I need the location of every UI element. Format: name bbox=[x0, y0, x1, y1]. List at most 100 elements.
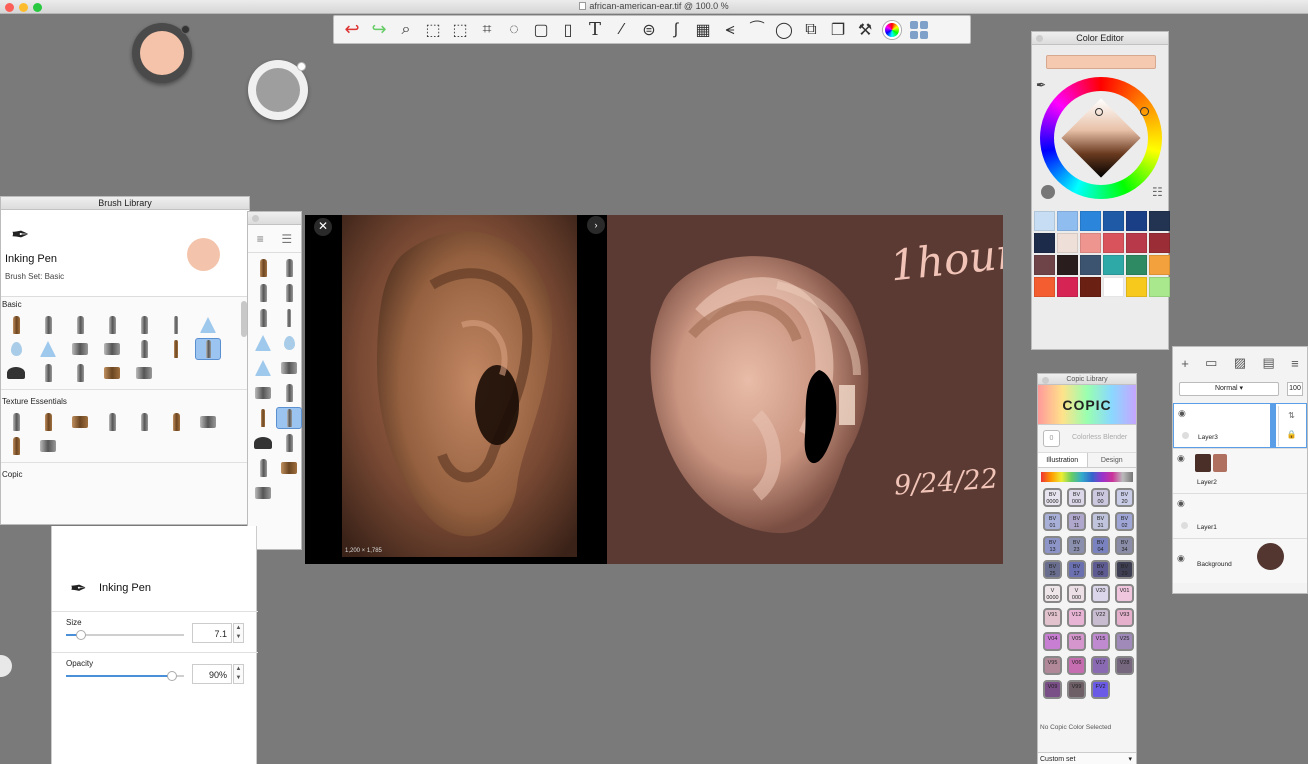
color-mode-icon[interactable] bbox=[1041, 185, 1055, 199]
lasso-ellipse-icon[interactable]: ◯ bbox=[772, 18, 796, 42]
brush-tile[interactable] bbox=[3, 362, 29, 384]
palette-swatch[interactable] bbox=[1149, 277, 1170, 297]
brush-tile[interactable] bbox=[3, 435, 29, 457]
brush-tile[interactable] bbox=[195, 411, 221, 433]
symmetry-icon[interactable]: ⪪ bbox=[718, 18, 742, 42]
opacity-stepper[interactable]: ▲ ▼ bbox=[233, 664, 244, 684]
palette-swatch[interactable] bbox=[1057, 233, 1078, 253]
color-wheel[interactable] bbox=[1040, 77, 1162, 199]
brush-tile[interactable] bbox=[67, 338, 93, 360]
brush-tile[interactable] bbox=[250, 382, 276, 404]
palette-swatch[interactable] bbox=[1126, 255, 1147, 275]
brush-tile[interactable] bbox=[35, 411, 61, 433]
panels-icon[interactable] bbox=[907, 18, 931, 42]
palette-swatch[interactable] bbox=[1034, 255, 1055, 275]
copic-chip[interactable]: V15 bbox=[1091, 632, 1110, 651]
brush-tile[interactable] bbox=[131, 314, 157, 336]
copic-chip[interactable]: V95 bbox=[1043, 656, 1062, 675]
copic-chip[interactable]: V 0000 bbox=[1043, 584, 1062, 603]
copic-chip[interactable]: BV 11 bbox=[1067, 512, 1086, 531]
select-rect-icon[interactable]: ⬚ bbox=[421, 18, 445, 42]
select-free-icon[interactable]: ⬚ bbox=[448, 18, 472, 42]
brush-list-icon[interactable]: ☰ bbox=[281, 232, 292, 246]
copic-chip[interactable]: BV 34 bbox=[1115, 536, 1134, 555]
copic-chip[interactable]: V 000 bbox=[1067, 584, 1086, 603]
opacity-value-field[interactable]: 90% bbox=[192, 664, 232, 684]
brush-tile[interactable] bbox=[250, 457, 276, 479]
copic-chip[interactable]: BV 0000 bbox=[1043, 488, 1062, 507]
custom-set-dropdown[interactable]: Custom set ▾ bbox=[1038, 752, 1136, 764]
edge-puck[interactable] bbox=[0, 655, 12, 677]
brush-tile[interactable] bbox=[99, 362, 125, 384]
palette-swatch[interactable] bbox=[1126, 277, 1147, 297]
brush-tile[interactable] bbox=[35, 314, 61, 336]
redo-icon[interactable]: ↪ bbox=[367, 18, 391, 42]
brush-tile[interactable] bbox=[131, 411, 157, 433]
copic-chip[interactable]: V09 bbox=[1043, 680, 1062, 699]
close-icon[interactable] bbox=[252, 215, 259, 222]
layer-row-background[interactable]: ◉ Background bbox=[1173, 538, 1307, 583]
palette-swatch[interactable] bbox=[1103, 255, 1124, 275]
brush-tile[interactable] bbox=[35, 362, 61, 384]
palette-swatch[interactable] bbox=[1080, 233, 1101, 253]
brush-tile[interactable] bbox=[276, 307, 302, 329]
layer-row-layer3[interactable]: ◉ Layer3 ⇅ 🔒 bbox=[1173, 403, 1307, 448]
copic-chip[interactable]: V01 bbox=[1115, 584, 1134, 603]
size-slider[interactable] bbox=[66, 630, 184, 640]
layer-row-layer2[interactable]: ◉ Layer2 bbox=[1173, 448, 1307, 493]
fill-icon[interactable]: ▯ bbox=[556, 18, 580, 42]
brush-tile[interactable] bbox=[131, 362, 157, 384]
brush-tile[interactable] bbox=[250, 432, 276, 454]
copic-chip[interactable]: BV 000 bbox=[1067, 488, 1086, 507]
brush-tile[interactable] bbox=[250, 357, 276, 379]
copic-chip[interactable]: BV 01 bbox=[1043, 512, 1062, 531]
brush-tile[interactable] bbox=[276, 357, 302, 379]
layer-opacity-field[interactable]: 100 bbox=[1287, 382, 1303, 396]
copic-chip[interactable]: V04 bbox=[1043, 632, 1062, 651]
brush-tile[interactable] bbox=[276, 457, 302, 479]
close-icon[interactable] bbox=[1042, 377, 1049, 384]
brush-tile[interactable] bbox=[250, 257, 276, 279]
palette-swatch[interactable] bbox=[1126, 233, 1147, 253]
shape-icon[interactable]: ⧉ bbox=[799, 18, 823, 42]
image-icon[interactable]: ▨ bbox=[1234, 355, 1246, 371]
palette-swatch[interactable] bbox=[1057, 255, 1078, 275]
drawing-canvas[interactable]: ✕ › 1,200 × 1,785 1hour 9/24/22 bbox=[305, 215, 1003, 564]
copic-chip[interactable]: BV 04 bbox=[1091, 536, 1110, 555]
brush-tile[interactable] bbox=[276, 382, 302, 404]
ruler-icon[interactable]: ∕ bbox=[610, 18, 634, 42]
trash-icon[interactable]: ▤ bbox=[1263, 355, 1275, 371]
tab-design[interactable]: Design bbox=[1088, 453, 1137, 467]
brush-tile[interactable] bbox=[67, 314, 93, 336]
zoom-icon[interactable]: ⌕ bbox=[394, 18, 418, 42]
copic-chip[interactable]: V93 bbox=[1115, 608, 1134, 627]
stroke-icon[interactable]: ⁀ bbox=[745, 18, 769, 42]
brush-tile[interactable] bbox=[250, 282, 276, 304]
lock-icon[interactable]: 🔒 bbox=[1287, 430, 1297, 439]
palette-swatch[interactable] bbox=[1080, 277, 1101, 297]
brush-tile[interactable] bbox=[35, 435, 61, 457]
visibility-eye-icon[interactable]: ◉ bbox=[1177, 498, 1185, 509]
brush-tile[interactable] bbox=[163, 314, 189, 336]
brush-tile[interactable] bbox=[250, 407, 276, 429]
ellipse-guide-icon[interactable]: ⊜ bbox=[637, 18, 661, 42]
menu-icon[interactable]: ≡ bbox=[1291, 356, 1299, 371]
palette-swatch[interactable] bbox=[1080, 255, 1101, 275]
sliders-icon[interactable]: ☷ bbox=[1152, 185, 1163, 199]
size-value-field[interactable]: 7.1 bbox=[192, 623, 232, 643]
copic-chip[interactable]: BV 00 bbox=[1091, 488, 1110, 507]
next-reference-button[interactable]: › bbox=[587, 216, 605, 234]
brush-settings-icon[interactable]: ≡ bbox=[257, 232, 264, 246]
color-puck-primary[interactable] bbox=[132, 23, 192, 83]
copic-chip[interactable]: BV 02 bbox=[1115, 512, 1134, 531]
brush-tile[interactable] bbox=[99, 411, 125, 433]
copic-chip[interactable]: V12 bbox=[1067, 608, 1086, 627]
opacity-slider-knob[interactable] bbox=[167, 671, 178, 681]
visibility-eye-icon[interactable]: ◉ bbox=[1177, 453, 1185, 464]
copic-chip[interactable]: V05 bbox=[1067, 632, 1086, 651]
brush-tile-inking-pen-selected[interactable] bbox=[276, 407, 302, 429]
brush-tile[interactable] bbox=[276, 332, 302, 354]
copic-chip[interactable]: V28 bbox=[1115, 656, 1134, 675]
copic-chip[interactable]: BV 25 bbox=[1043, 560, 1062, 579]
copic-chip[interactable]: BV 20 bbox=[1115, 488, 1134, 507]
